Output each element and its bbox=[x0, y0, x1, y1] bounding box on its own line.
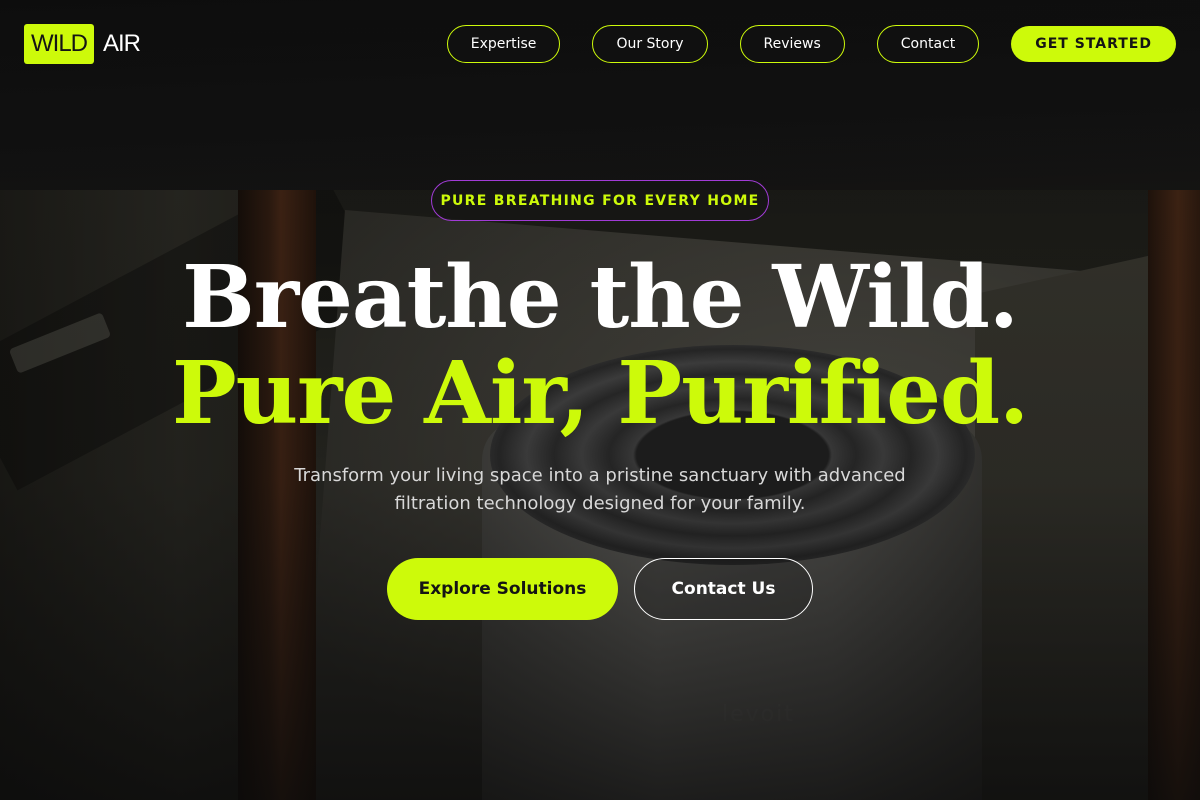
logo-air-text: AIR bbox=[103, 30, 141, 57]
explore-solutions-button[interactable]: Explore Solutions bbox=[387, 558, 618, 620]
hero-subtitle: Transform your living space into a prist… bbox=[294, 465, 906, 514]
get-started-button[interactable]: GET STARTED bbox=[1011, 26, 1176, 62]
main-nav: Expertise Our Story Reviews Contact GET … bbox=[415, 25, 1176, 63]
nav-link-reviews[interactable]: Reviews bbox=[739, 25, 845, 63]
nav-link-our-story[interactable]: Our Story bbox=[592, 25, 708, 63]
hero-headline-line1: Breathe the Wild. bbox=[182, 247, 1019, 348]
contact-us-button[interactable]: Contact Us bbox=[634, 558, 813, 620]
nav-link-contact[interactable]: Contact bbox=[876, 25, 980, 63]
site-header: WILD AIR Expertise Our Story Reviews Con… bbox=[0, 0, 1200, 88]
logo[interactable]: WILD AIR bbox=[24, 24, 141, 64]
hero-badge: PURE BREATHING FOR EVERY HOME bbox=[431, 180, 769, 221]
logo-wild-text: WILD bbox=[24, 24, 94, 64]
hero-headline-line2: Pure Air, Purified. bbox=[171, 343, 1029, 444]
nav-link-expertise[interactable]: Expertise bbox=[446, 25, 561, 63]
hero-section: PURE BREATHING FOR EVERY HOME Breathe th… bbox=[0, 0, 1200, 800]
